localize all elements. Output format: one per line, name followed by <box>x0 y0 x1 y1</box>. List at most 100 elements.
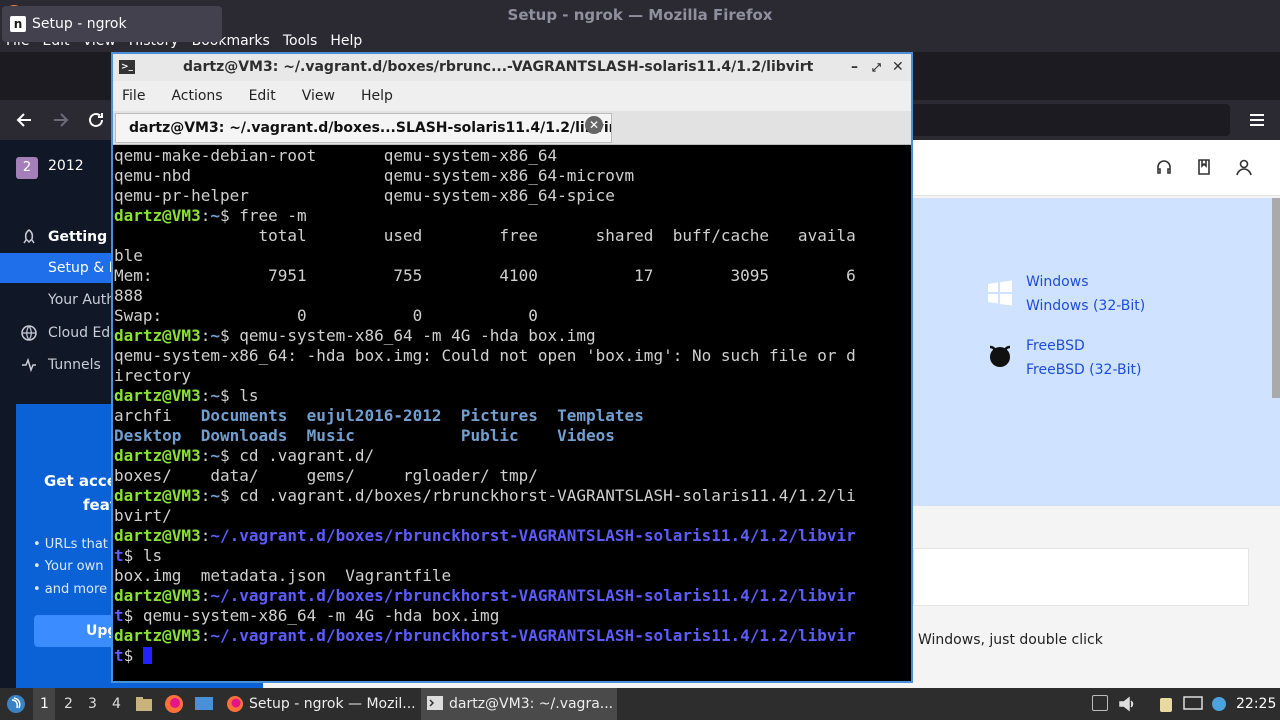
terminal-line: irectory <box>114 366 192 385</box>
start-menu-icon[interactable] <box>5 693 27 715</box>
reload-icon[interactable] <box>86 110 106 130</box>
org-name[interactable]: 2012 <box>48 158 84 174</box>
os-download-panel <box>913 198 1280 506</box>
terminal-task-icon <box>427 696 443 710</box>
terminal-line: dartz@VM3:~/.vagrant.d/boxes/rbrunckhors… <box>114 626 856 645</box>
terminal-titlebar[interactable]: >_ dartz@VM3: ~/.vagrant.d/boxes/rbrunc.… <box>113 54 911 81</box>
globe-icon <box>21 325 37 341</box>
term-menu-actions[interactable]: Actions <box>171 88 222 104</box>
terminal-line: dartz@VM3:~$ cd .vagrant.d/ <box>114 446 375 465</box>
terminal-tabbar: dartz@VM3: ~/.vagrant.d/boxes...SLASH-so… <box>113 111 911 145</box>
sidebar-item-auth[interactable]: Your Auth <box>48 292 115 308</box>
terminal-tab-label: dartz@VM3: ~/.vagrant.d/boxes...SLASH-so… <box>129 120 612 136</box>
workspace-1[interactable]: 1 <box>40 696 49 712</box>
maximize-icon[interactable]: ⤢ <box>872 54 881 81</box>
sidebar-item-cloud-edge[interactable]: Cloud Edg <box>48 325 119 341</box>
hamburger-menu-icon[interactable] <box>1247 110 1267 130</box>
terminal-tab[interactable]: dartz@VM3: ~/.vagrant.d/boxes...SLASH-so… <box>115 113 612 143</box>
content-card <box>913 548 1249 606</box>
rocket-icon <box>23 229 35 244</box>
firefox-task-icon <box>227 696 243 712</box>
volume-icon[interactable] <box>1118 695 1136 713</box>
display-icon[interactable] <box>1183 695 1203 713</box>
windows-logo-icon <box>988 280 1012 306</box>
ff-menu-help[interactable]: Help <box>330 33 362 49</box>
back-arrow-icon[interactable] <box>14 110 34 130</box>
tray-icon[interactable] <box>1092 695 1108 711</box>
file-manager-icon[interactable] <box>135 695 153 713</box>
promo-title-line1: Get acce <box>44 472 117 490</box>
terminal-menubar: File Actions Edit View Help <box>113 81 911 111</box>
terminal-line: dartz@VM3:~$ free -m <box>114 206 307 225</box>
terminal-line: dartz@VM3:~/.vagrant.d/boxes/rbrunckhors… <box>114 526 856 545</box>
terminal-line: t$ qemu-system-x86_64 -m 4G -hda box.img <box>114 606 500 625</box>
firefox-launcher-icon[interactable] <box>164 694 184 714</box>
terminal-line: dartz@VM3:~$ ls <box>114 386 259 405</box>
sidebar-item-tunnels[interactable]: Tunnels <box>48 357 101 373</box>
terminal-line: Desktop Downloads Music Public Videos <box>114 426 615 445</box>
close-icon[interactable]: ✕ <box>892 54 904 81</box>
terminal-line: boxes/ data/ gems/ rgloader/ tmp/ <box>114 466 538 485</box>
clipboard-icon[interactable] <box>1157 695 1175 713</box>
page-header <box>913 140 1280 196</box>
terminal-line: qemu-system-x86_64: -hda box.img: Could … <box>114 346 856 365</box>
terminal-line: qemu-pr-helper qemu-system-x86_64-spice <box>114 186 615 205</box>
page-scrollbar[interactable] <box>1272 198 1280 398</box>
instruction-text: Windows, just double click <box>918 632 1103 648</box>
minimize-icon[interactable]: – <box>851 54 858 81</box>
terminal-line: Mem: 7951 755 4100 17 3095 6 <box>114 266 856 285</box>
terminal-line: Swap: 0 0 0 <box>114 306 538 325</box>
tab-close-icon[interactable]: ✕ <box>585 116 603 134</box>
terminal-line: bvirt/ <box>114 506 172 525</box>
org-avatar[interactable]: 2 <box>16 157 38 179</box>
ngrok-favicon-icon: n <box>10 16 26 32</box>
terminal-text: qemu-make-debian-root qemu-system-x86_64… <box>114 146 856 666</box>
terminal-line: dartz@VM3:~/.vagrant.d/boxes/rbrunckhors… <box>114 586 856 605</box>
promo-bullet: • Your own <box>33 559 104 574</box>
terminal-line: t$ ls <box>114 546 163 565</box>
user-account-icon[interactable] <box>1235 158 1253 176</box>
docs-book-icon[interactable] <box>1195 158 1213 176</box>
promo-bullet: • URLs that <box>33 537 108 552</box>
freebsd-logo-icon <box>989 345 1011 367</box>
os-link-freebsd-32[interactable]: FreeBSD (32-Bit) <box>1026 362 1141 378</box>
terminal-line: total used free shared buff/cache availa <box>114 226 856 245</box>
terminal-line: archfi Documents eujul2016-2012 Pictures… <box>114 406 644 425</box>
clock: 22:25 <box>1236 696 1277 712</box>
workspace-2[interactable]: 2 <box>64 696 73 712</box>
headset-icon[interactable] <box>1155 158 1173 176</box>
task-firefox[interactable]: Setup - ngrok — Mozil... <box>249 690 419 718</box>
terminal-line: dartz@VM3:~$ cd .vagrant.d/boxes/rbrunck… <box>114 486 856 505</box>
desktop: Setup - ngrok — Mozilla Firefox File Edi… <box>0 0 1280 720</box>
terminal-cursor <box>142 647 152 664</box>
workspace-3[interactable]: 3 <box>88 696 97 712</box>
desktop-icon[interactable] <box>194 695 214 713</box>
terminal-line: dartz@VM3:~$ qemu-system-x86_64 -m 4G -h… <box>114 326 596 345</box>
terminal-line: qemu-nbd qemu-system-x86_64-microvm <box>114 166 635 185</box>
os-link-windows-32[interactable]: Windows (32-Bit) <box>1026 298 1145 314</box>
terminal-output[interactable]: qemu-make-debian-root qemu-system-x86_64… <box>113 145 909 681</box>
terminal-line: t$ <box>114 646 856 666</box>
terminal-line: 888 <box>114 286 143 305</box>
term-menu-edit[interactable]: Edit <box>249 88 276 104</box>
promo-bullet: • and more <box>33 582 108 597</box>
firefox-tab-title: Setup - ngrok <box>32 16 127 32</box>
os-link-windows[interactable]: Windows <box>1026 274 1089 290</box>
taskbar <box>0 688 1280 720</box>
forward-arrow-icon[interactable] <box>51 110 71 130</box>
os-link-freebsd[interactable]: FreeBSD <box>1026 338 1085 354</box>
sidebar-item-setup[interactable]: Setup & I <box>48 260 113 276</box>
firefox-tab-setup[interactable]: n Setup - ngrok <box>2 6 222 42</box>
terminal-title: dartz@VM3: ~/.vagrant.d/boxes/rbrunc...-… <box>183 59 814 75</box>
ff-menu-tools[interactable]: Tools <box>283 33 318 49</box>
workspace-4[interactable]: 4 <box>112 696 121 712</box>
term-menu-view[interactable]: View <box>302 88 335 104</box>
terminal-line: box.img metadata.json Vagrantfile <box>114 566 452 585</box>
terminal-app-icon: >_ <box>119 60 135 74</box>
terminal-line: qemu-make-debian-root qemu-system-x86_64 <box>114 146 558 165</box>
term-menu-help[interactable]: Help <box>361 88 393 104</box>
task-terminal[interactable]: dartz@VM3: ~/.vagra... <box>449 690 614 718</box>
network-icon[interactable] <box>1211 695 1227 713</box>
terminal-line: ble <box>114 246 143 265</box>
term-menu-file[interactable]: File <box>122 88 145 104</box>
